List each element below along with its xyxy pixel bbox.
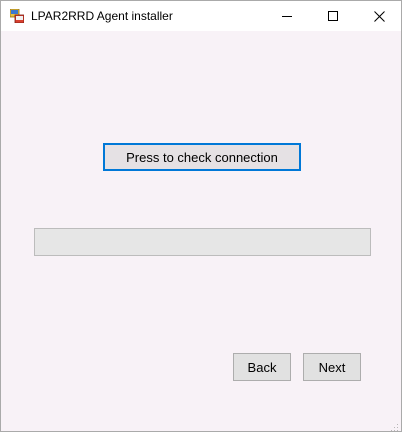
maximize-icon	[328, 11, 338, 21]
minimize-button[interactable]	[264, 1, 310, 31]
back-button[interactable]: Back	[233, 353, 291, 381]
resize-grip[interactable]	[389, 419, 399, 431]
check-connection-button[interactable]: Press to check connection	[103, 143, 301, 171]
installer-window: LPAR2RRD Agent installer Press to check …	[0, 0, 402, 432]
next-label: Next	[318, 359, 346, 375]
close-button[interactable]	[356, 1, 402, 31]
minimize-icon	[282, 16, 292, 17]
title-bar[interactable]: LPAR2RRD Agent installer	[1, 1, 401, 31]
close-icon	[373, 10, 385, 22]
maximize-button[interactable]	[310, 1, 356, 31]
back-label: Back	[247, 359, 277, 375]
app-icon	[9, 8, 25, 24]
window-title: LPAR2RRD Agent installer	[31, 9, 173, 23]
connection-progress-bar	[34, 228, 371, 256]
next-button[interactable]: Next	[303, 353, 361, 381]
check-connection-label: Press to check connection	[126, 149, 278, 165]
